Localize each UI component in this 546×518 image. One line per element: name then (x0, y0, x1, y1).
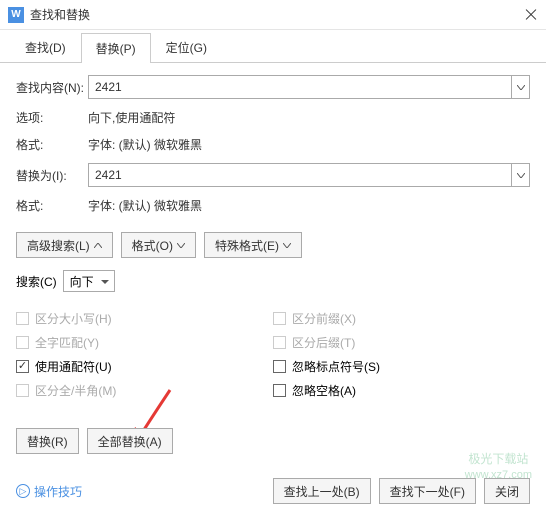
find-format-label: 格式: (16, 136, 88, 153)
tab-find[interactable]: 查找(D) (10, 32, 81, 62)
close-icon[interactable] (524, 8, 538, 22)
checkbox-wildcard[interactable]: 使用通配符(U) (16, 354, 273, 378)
special-format-button[interactable]: 特殊格式(E) (204, 232, 302, 258)
advanced-search-label: 高级搜索(L) (27, 237, 90, 254)
close-button[interactable]: 关闭 (484, 478, 530, 504)
replace-format-label: 格式: (16, 197, 88, 214)
help-icon: ▷ (16, 484, 30, 498)
chevron-down-icon (177, 243, 185, 248)
tab-locate[interactable]: 定位(G) (151, 32, 222, 62)
replace-dropdown-icon[interactable] (512, 163, 530, 187)
find-label: 查找内容(N): (16, 79, 88, 96)
special-format-label: 特殊格式(E) (215, 237, 279, 254)
help-link-label: 操作技巧 (34, 483, 82, 500)
replace-all-button[interactable]: 全部替换(A) (87, 428, 173, 454)
replace-button[interactable]: 替换(R) (16, 428, 79, 454)
find-input[interactable] (88, 75, 512, 99)
replace-label: 替换为(I): (16, 167, 88, 184)
checkbox-whole-word: 全字匹配(Y) (16, 330, 273, 354)
chevron-down-icon (283, 243, 291, 248)
find-next-button[interactable]: 查找下一处(F) (379, 478, 476, 504)
options-value: 向下,使用通配符 (88, 109, 175, 126)
checkbox-prefix: 区分前缀(X) (273, 306, 530, 330)
search-direction-value: 向下 (70, 273, 94, 290)
tab-replace[interactable]: 替换(P) (81, 33, 151, 63)
window-title: 查找和替换 (30, 6, 524, 23)
advanced-search-button[interactable]: 高级搜索(L) (16, 232, 113, 258)
help-link[interactable]: ▷ 操作技巧 (16, 483, 82, 500)
app-icon: W (8, 7, 24, 23)
replace-format-value: 字体: (默认) 微软雅黑 (88, 197, 202, 214)
replace-input[interactable] (88, 163, 512, 187)
find-dropdown-icon[interactable] (512, 75, 530, 99)
options-label: 选项: (16, 109, 88, 126)
find-format-value: 字体: (默认) 微软雅黑 (88, 136, 202, 153)
format-button-label: 格式(O) (132, 237, 173, 254)
search-direction-select[interactable]: 向下 (63, 270, 115, 292)
checkbox-full-half: 区分全/半角(M) (16, 378, 273, 402)
checkbox-suffix: 区分后缀(T) (273, 330, 530, 354)
search-dir-label: 搜索(C) (16, 273, 57, 290)
checkbox-ignore-space[interactable]: 忽略空格(A) (273, 378, 530, 402)
chevron-up-icon (94, 243, 102, 248)
checkbox-ignore-punct[interactable]: 忽略标点符号(S) (273, 354, 530, 378)
format-button[interactable]: 格式(O) (121, 232, 196, 258)
checkbox-case: 区分大小写(H) (16, 306, 273, 330)
find-prev-button[interactable]: 查找上一处(B) (273, 478, 371, 504)
